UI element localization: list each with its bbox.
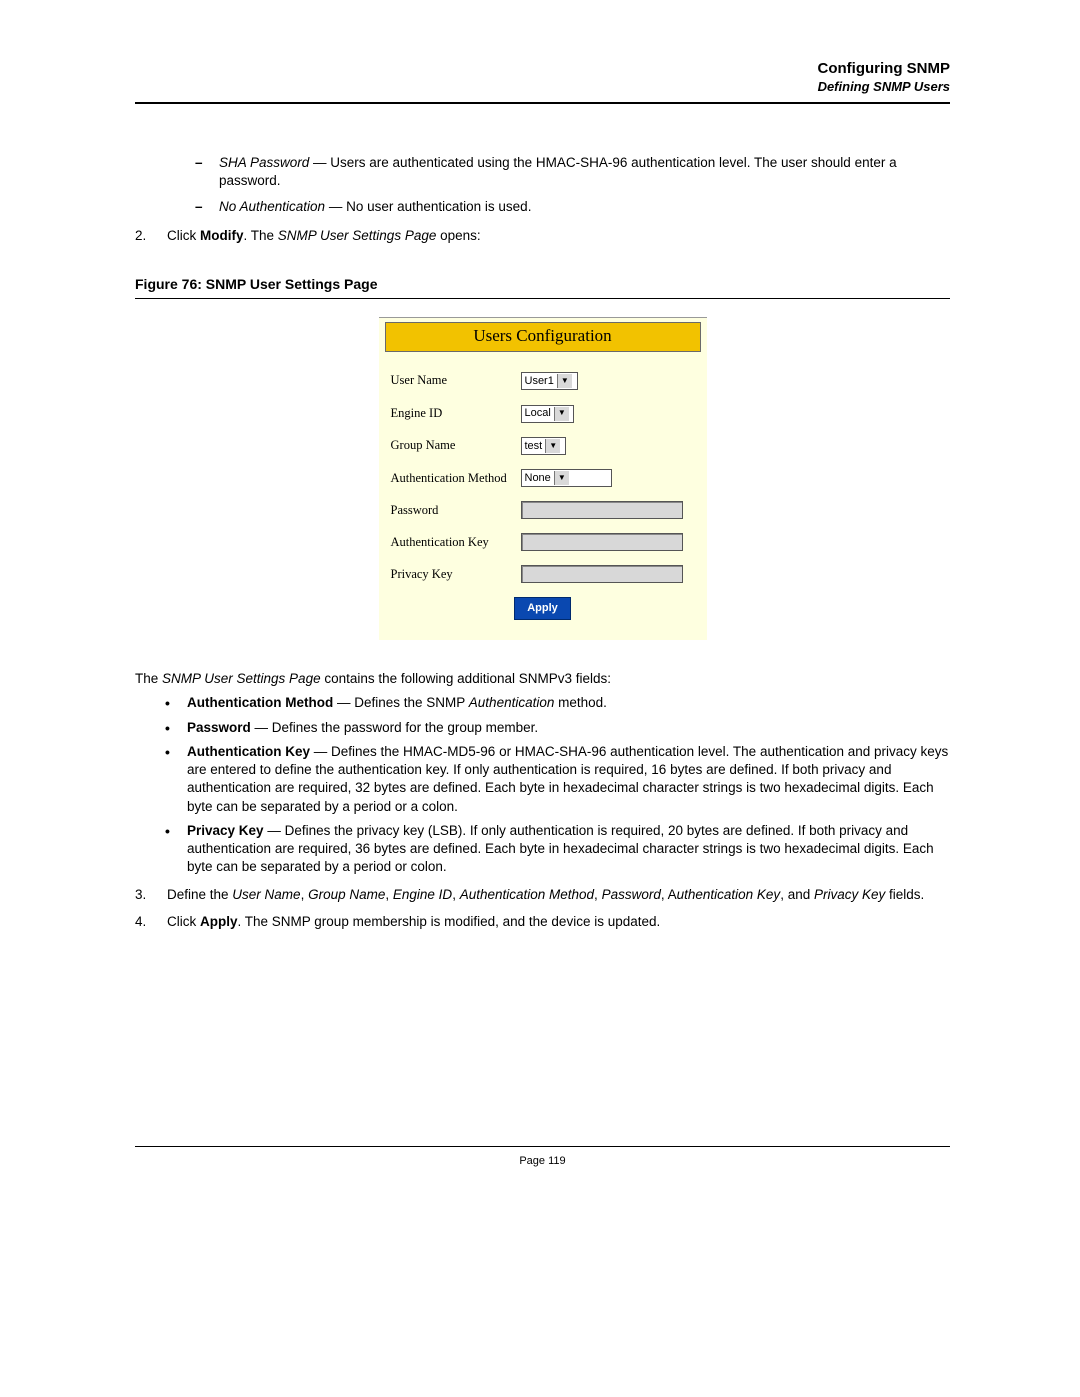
b1-post: method. (554, 695, 607, 710)
step-2: 2. Click Modify. The SNMP User Settings … (135, 227, 950, 245)
apply-row: Apply (391, 591, 695, 630)
row-engineid: Engine ID Local ▼ (391, 404, 695, 422)
s3-i1: User Name (232, 887, 300, 902)
input-password[interactable] (521, 501, 683, 519)
intro-pre: The (135, 671, 162, 686)
step-2-ital: SNMP User Settings Page (278, 228, 437, 243)
sub-bullet-noauth: No Authentication — No user authenticati… (195, 198, 950, 216)
b4-text: — Defines the privacy key (LSB). If only… (187, 823, 934, 874)
s3-c5: , A (661, 887, 677, 902)
noauth-label: No Authentication (219, 199, 325, 214)
bullet-privacy-key: Privacy Key — Defines the privacy key (L… (165, 822, 950, 877)
s3-c1: , (301, 887, 309, 902)
header-title: Configuring SNMP (135, 60, 950, 77)
step-2-mid: . The (244, 228, 278, 243)
row-authmethod: Authentication Method None ▼ (391, 469, 695, 487)
figure-caption: Figure 76: SNMP User Settings Page (135, 275, 950, 294)
row-authkey: Authentication Key (391, 533, 695, 551)
bullet-auth-key: Authentication Key — Defines the HMAC-MD… (165, 743, 950, 816)
label-username: User Name (391, 372, 521, 389)
select-engineid[interactable]: Local ▼ (521, 405, 574, 423)
page-header: Configuring SNMP Defining SNMP Users (135, 60, 950, 94)
chevron-down-icon: ▼ (554, 407, 569, 421)
step-2-num: 2. (135, 227, 146, 245)
step-2-pre: Click (167, 228, 200, 243)
screenshot-body: User Name User1 ▼ Engine ID Local ▼ (379, 352, 707, 641)
s3-post: fields. (885, 887, 924, 902)
select-username-value: User1 (525, 374, 557, 389)
s4-bold: Apply (200, 914, 238, 929)
select-authmethod[interactable]: None ▼ (521, 469, 612, 487)
b2-bold: Password (187, 720, 251, 735)
intro-ital: SNMP User Settings Page (162, 671, 321, 686)
label-groupname: Group Name (391, 437, 521, 454)
label-password: Password (391, 502, 521, 519)
header-subtitle: Defining SNMP Users (135, 79, 950, 94)
step-4-num: 4. (135, 913, 146, 931)
s3-c3: , (452, 887, 460, 902)
intro-post: contains the following additional SNMPv3… (321, 671, 611, 686)
bullet-password: Password — Defines the password for the … (165, 719, 950, 737)
chevron-down-icon: ▼ (554, 471, 569, 485)
input-authkey[interactable] (521, 533, 683, 551)
row-password: Password (391, 501, 695, 519)
sha-text: — Users are authenticated using the HMAC… (219, 155, 897, 188)
intro-para: The SNMP User Settings Page contains the… (135, 670, 950, 688)
b4-bold: Privacy Key (187, 823, 264, 838)
bullet-auth-method: Authentication Method — Defines the SNMP… (165, 694, 950, 712)
header-rule (135, 102, 950, 104)
row-username: User Name User1 ▼ (391, 372, 695, 390)
s3-i3: Engine ID (393, 887, 452, 902)
step-3-num: 3. (135, 886, 146, 904)
select-authmethod-value: None (525, 471, 554, 486)
select-username[interactable]: User1 ▼ (521, 372, 578, 390)
select-groupname[interactable]: test ▼ (521, 437, 566, 455)
s4-pre: Click (167, 914, 200, 929)
chevron-down-icon: ▼ (545, 439, 560, 453)
select-groupname-value: test (525, 439, 546, 454)
step-2-bold: Modify (200, 228, 244, 243)
s3-c6: , and (780, 887, 814, 902)
row-privkey: Privacy Key (391, 565, 695, 583)
s4-post: . The SNMP group membership is modified,… (238, 914, 661, 929)
s3-i6: uthentication Key (677, 887, 781, 902)
s3-i5: Password (602, 887, 661, 902)
noauth-text: — No user authentication is used. (325, 199, 531, 214)
b1-mid: — Defines the SNMP (333, 695, 469, 710)
s3-c4: , (594, 887, 602, 902)
b3-bold: Authentication Key (187, 744, 310, 759)
s3-c2: , (385, 887, 393, 902)
label-authkey: Authentication Key (391, 534, 521, 551)
input-privkey[interactable] (521, 565, 683, 583)
sub-bullet-list: SHA Password — Users are authenticated u… (135, 154, 950, 217)
field-bullet-list: Authentication Method — Defines the SNMP… (135, 694, 950, 876)
b1-bold: Authentication Method (187, 695, 333, 710)
s3-i2: Group Name (308, 887, 385, 902)
content: SHA Password — Users are authenticated u… (135, 154, 950, 1168)
after-figure-text: The SNMP User Settings Page contains the… (135, 670, 950, 931)
snmp-user-settings-screenshot: Users Configuration User Name User1 ▼ En… (379, 317, 707, 640)
figure-rule (135, 298, 950, 299)
label-authmethod: Authentication Method (391, 470, 521, 487)
label-privkey: Privacy Key (391, 566, 521, 583)
select-engineid-value: Local (525, 406, 554, 421)
chevron-down-icon: ▼ (557, 374, 572, 388)
s3-pre: Define the (167, 887, 232, 902)
b2-text: — Defines the password for the group mem… (251, 720, 538, 735)
label-engineid: Engine ID (391, 405, 521, 422)
screenshot-title: Users Configuration (385, 322, 701, 352)
s3-i4: Authentication Method (460, 887, 594, 902)
page-number: Page 119 (135, 1154, 950, 1169)
sha-label: SHA Password (219, 155, 309, 170)
footer-rule (135, 1146, 950, 1147)
sub-bullet-sha: SHA Password — Users are authenticated u… (195, 154, 950, 190)
step-4: 4. Click Apply. The SNMP group membershi… (135, 913, 950, 931)
row-groupname: Group Name test ▼ (391, 437, 695, 455)
apply-button[interactable]: Apply (514, 597, 571, 620)
step-2-post: opens: (436, 228, 480, 243)
s3-i7: Privacy Key (814, 887, 885, 902)
page: Configuring SNMP Defining SNMP Users SHA… (0, 0, 1080, 1397)
b1-ital: Authentication (469, 695, 555, 710)
step-3: 3. Define the User Name, Group Name, Eng… (135, 886, 950, 904)
